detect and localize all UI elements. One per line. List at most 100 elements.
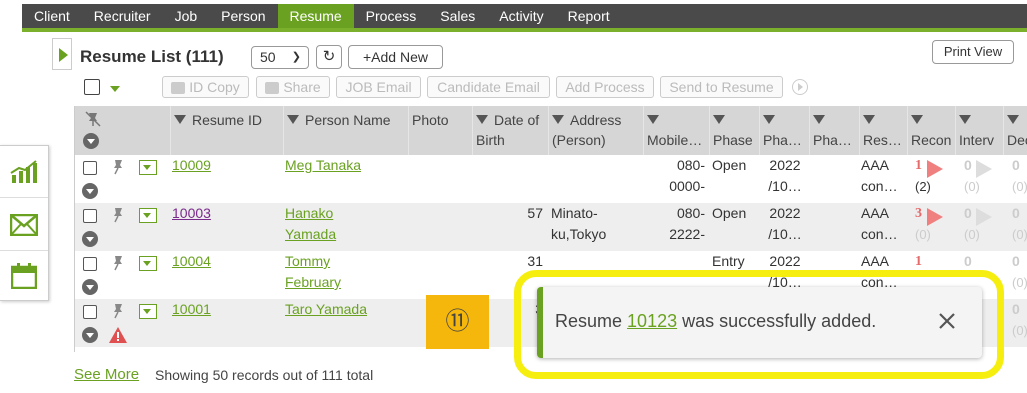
pin-icon[interactable] [111, 303, 125, 319]
calendar-button[interactable] [0, 250, 48, 302]
person-name-link[interactable]: Taro Yamada [285, 301, 367, 317]
main-nav: Client Recruiter Job Person Resume Proce… [22, 4, 1027, 28]
header-menu-icon[interactable] [83, 133, 99, 149]
nav-recruiter[interactable]: Recruiter [82, 4, 163, 28]
table-header: Resume ID Person Name Photo Date of Birt… [75, 106, 1027, 155]
row-expand-icon[interactable] [82, 183, 98, 199]
phase-cell: Open [712, 205, 747, 221]
pin-icon[interactable] [111, 207, 125, 223]
add-new-button[interactable]: +Add New [348, 45, 443, 69]
row-checkbox[interactable] [83, 257, 97, 271]
col-phase-date[interactable]: Pha… [760, 106, 810, 155]
nav-resume[interactable]: Resume [277, 4, 354, 28]
col-res[interactable]: Res… [860, 106, 908, 155]
table-row: 10003 Hanako Yamada 57 Minato-ku,Tokyo 0… [75, 203, 1027, 251]
recon-sub: (2) [915, 179, 931, 194]
refresh-icon: ↻ [322, 48, 336, 65]
select-menu-caret-icon[interactable] [110, 86, 120, 92]
recon-sub: (0) [915, 227, 931, 242]
resume-id-link[interactable]: 10001 [172, 301, 211, 317]
add-process-button[interactable]: Add Process [556, 76, 654, 98]
page-size-select[interactable]: 50 ❯ [251, 46, 309, 69]
col-address[interactable]: Address (Person) [549, 106, 644, 155]
page-size-value: 50 [260, 49, 276, 65]
panel-toggle-button[interactable] [52, 38, 72, 70]
see-more-link[interactable]: See More [74, 366, 139, 383]
interv-count: 0 [964, 157, 972, 173]
col-dec[interactable]: Dec [1004, 106, 1027, 155]
col-recon[interactable]: Recon [908, 106, 956, 155]
sort-icon [763, 115, 775, 124]
nav-report[interactable]: Report [556, 4, 622, 28]
mail-button[interactable] [0, 199, 48, 251]
header-controls [75, 106, 171, 155]
row-menu-dropdown[interactable] [139, 256, 157, 271]
records-summary: Showing 50 records out of 111 total [155, 367, 374, 383]
dec-count: 0 [1012, 205, 1020, 221]
col-phase-extra-label: Pha… [813, 132, 852, 148]
sort-icon [647, 115, 659, 124]
row-menu-dropdown[interactable] [139, 304, 157, 319]
pin-icon[interactable] [111, 159, 125, 175]
toast-resume-link[interactable]: 10123 [627, 311, 677, 331]
dec-count: 0 [1012, 301, 1020, 317]
row-expand-icon[interactable] [82, 327, 98, 343]
row-checkbox[interactable] [83, 209, 97, 223]
col-person-name[interactable]: Person Name [284, 106, 409, 155]
row-menu-dropdown[interactable] [139, 208, 157, 223]
row-checkbox[interactable] [83, 305, 97, 319]
id-copy-button[interactable]: ID Copy [162, 76, 249, 98]
close-icon[interactable] [935, 309, 959, 333]
side-quick-panel [0, 145, 49, 301]
interv-count: 0 [964, 253, 972, 269]
row-expand-icon[interactable] [82, 231, 98, 247]
col-photo[interactable]: Photo [409, 106, 473, 155]
resume-id-link[interactable]: 10003 [172, 205, 211, 221]
col-interv-label: Interv [959, 132, 995, 148]
row-menu-dropdown[interactable] [139, 160, 157, 175]
phase-date-cell: 2022 /10… [768, 157, 802, 194]
person-name-link[interactable]: Hanako Yamada [285, 205, 336, 242]
calendar-icon [11, 263, 37, 289]
person-name-link[interactable]: Tommy February [285, 253, 341, 290]
col-mobile[interactable]: Mobile… [644, 106, 710, 155]
col-mobile-label: Mobile… [647, 132, 703, 148]
candidate-email-button[interactable]: Candidate Email [427, 76, 550, 98]
job-email-button[interactable]: JOB Email [336, 76, 421, 98]
row-expand-icon[interactable] [82, 279, 98, 295]
col-dob[interactable]: Date of Birth [473, 106, 549, 155]
nav-process[interactable]: Process [354, 4, 429, 28]
row-checkbox[interactable] [83, 161, 97, 175]
select-all-checkbox[interactable] [84, 79, 100, 95]
print-view-button[interactable]: Print View [932, 40, 1014, 64]
col-phase-extra[interactable]: Pha… [810, 106, 860, 155]
col-interv[interactable]: Interv [956, 106, 1004, 155]
resume-id-link[interactable]: 10004 [172, 253, 211, 269]
col-phase[interactable]: Phase [710, 106, 760, 155]
interv-count: 0 [964, 205, 972, 221]
share-label: Share [283, 79, 321, 95]
more-actions-icon[interactable] [792, 79, 808, 95]
nav-activity[interactable]: Activity [487, 4, 555, 28]
col-resume-id[interactable]: Resume ID [171, 106, 284, 155]
recon-count: 3 [915, 206, 922, 221]
nav-job[interactable]: Job [163, 4, 210, 28]
unpin-icon[interactable] [85, 111, 101, 127]
recon-count: 1 [915, 158, 922, 173]
chart-button[interactable] [0, 146, 48, 198]
send-to-resume-button[interactable]: Send to Resume [660, 76, 783, 98]
pin-icon[interactable] [111, 255, 125, 271]
interv-sub: (0) [964, 179, 980, 194]
share-icon [265, 82, 280, 95]
nav-sales[interactable]: Sales [428, 4, 487, 28]
col-recon-label: Recon [911, 132, 952, 148]
address-cell: Minato-ku,Tokyo [551, 205, 607, 242]
refresh-button[interactable]: ↻ [316, 45, 342, 69]
share-button[interactable]: Share [256, 76, 330, 98]
page-title: Resume List (111) [80, 47, 224, 66]
nav-client[interactable]: Client [22, 4, 82, 28]
nav-person[interactable]: Person [209, 4, 277, 28]
person-name-link[interactable]: Meg Tanaka [285, 157, 361, 173]
resume-id-link[interactable]: 10009 [172, 157, 211, 173]
sort-icon [1007, 115, 1019, 124]
